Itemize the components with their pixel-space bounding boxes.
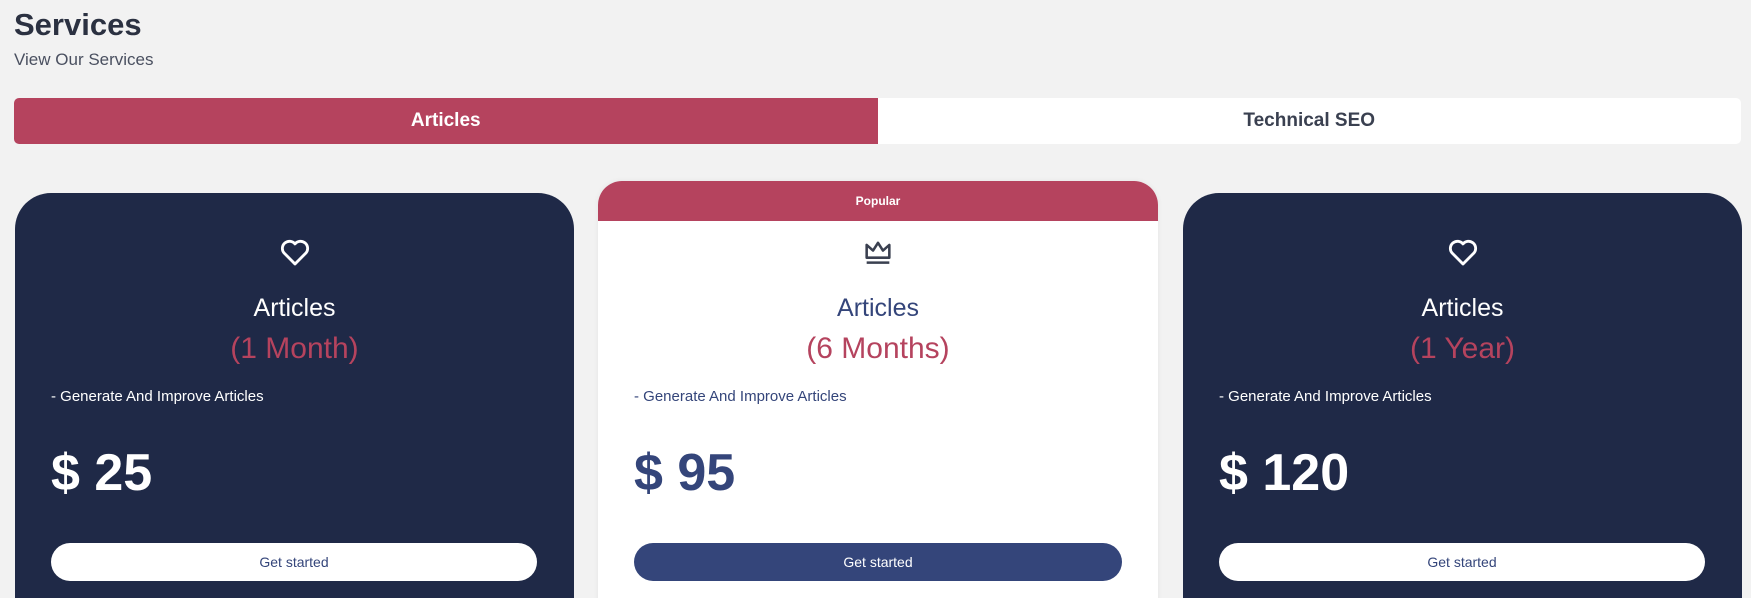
card-title: Articles [1421, 294, 1504, 322]
card-price: $ 95 [634, 444, 736, 502]
card-period: (1 Year) [1409, 332, 1516, 365]
page-subtitle: View Our Services [14, 50, 154, 69]
card-feature: - Generate And Improve Articles [1219, 388, 1432, 405]
heart-icon [1448, 239, 1477, 266]
get-started-button[interactable]: Get started [1219, 543, 1705, 581]
card-feature: - Generate And Improve Articles [634, 388, 847, 405]
pricing-card-6-months: Popular Articles (6 Months) - Generate A… [598, 181, 1158, 598]
card-price: $ 120 [1219, 444, 1350, 502]
tab-articles[interactable]: Articles [14, 98, 878, 144]
card-period: (6 Months) [806, 332, 950, 365]
card-period: (1 Month) [230, 332, 359, 365]
services-page: Services View Our Services Articles Tech… [0, 0, 1751, 598]
page-title: Services [14, 7, 142, 42]
pricing-card-1-month: Articles (1 Month) - Generate And Improv… [15, 193, 574, 598]
get-started-button[interactable]: Get started [51, 543, 537, 581]
service-tabs: Articles Technical SEO [14, 98, 1741, 144]
popular-badge: Popular [598, 181, 1158, 221]
heart-icon [280, 239, 309, 266]
card-title: Articles [253, 294, 336, 322]
pricing-card-1-year: Articles (1 Year) - Generate And Improve… [1183, 193, 1742, 598]
card-price: $ 25 [51, 444, 153, 502]
get-started-button[interactable]: Get started [634, 543, 1122, 581]
crown-icon [865, 241, 891, 264]
card-feature: - Generate And Improve Articles [51, 388, 264, 405]
tab-technical-seo[interactable]: Technical SEO [877, 98, 1741, 144]
card-title: Articles [837, 294, 919, 322]
